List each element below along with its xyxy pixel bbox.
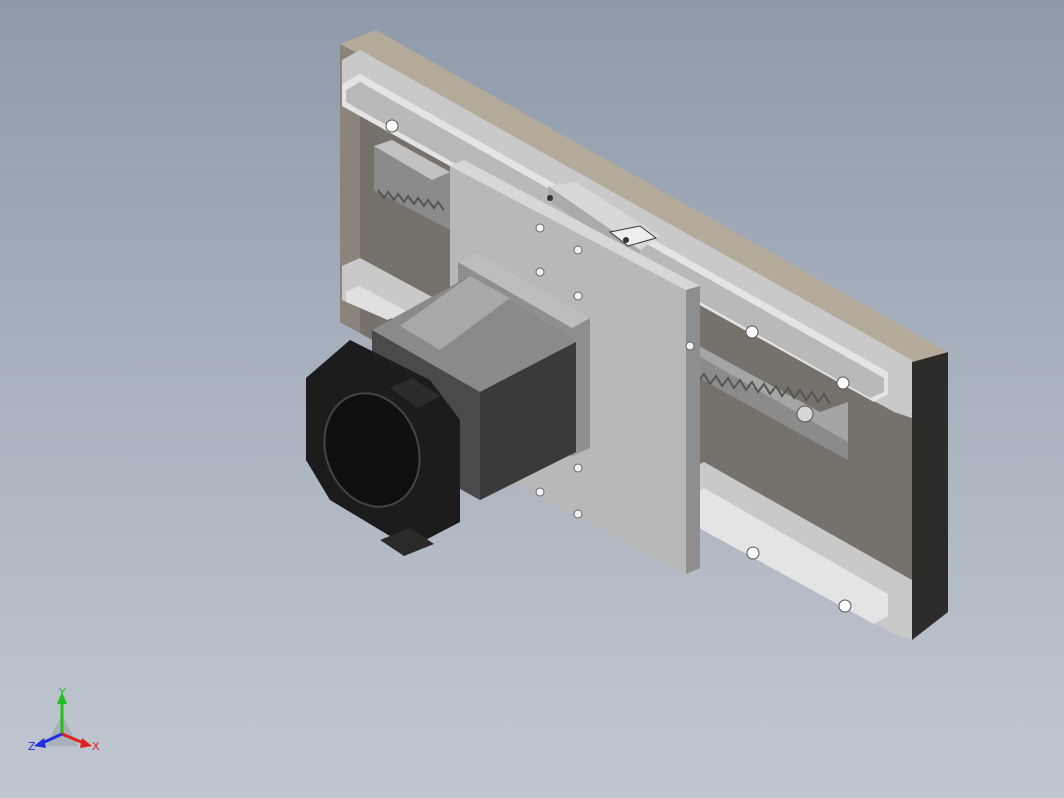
graphics-viewport[interactable]: Y X Z — [0, 0, 1064, 798]
y-axis-label: Y — [58, 686, 66, 699]
z-axis-label: Z — [28, 740, 36, 753]
view-orientation-triad[interactable]: Y X Z — [26, 684, 106, 764]
model-scene[interactable] — [0, 0, 1064, 798]
x-axis-label: X — [92, 740, 100, 753]
